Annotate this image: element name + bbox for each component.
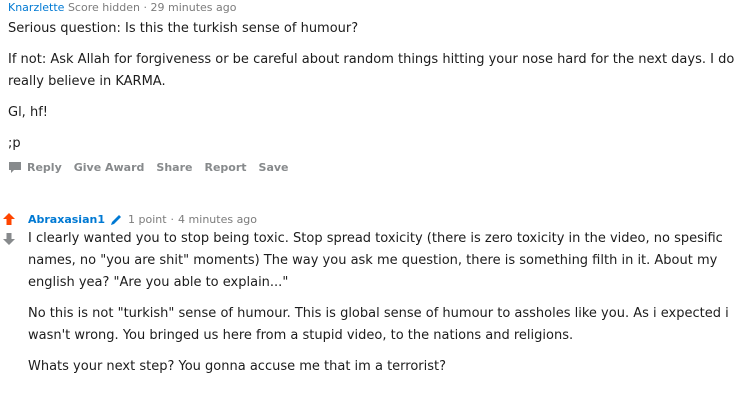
comment-paragraph: Gl, hf! <box>8 105 48 120</box>
comment-paragraph: Whats your next step? You gonna accuse m… <box>28 359 447 374</box>
upvote-arrow-icon[interactable] <box>2 212 16 226</box>
give-award-button[interactable]: Give Award <box>74 161 145 174</box>
comment-paragraph: No this is not "turkish" sense of humour… <box>28 306 729 343</box>
vote-controls <box>2 212 16 246</box>
report-button[interactable]: Report <box>204 161 246 174</box>
comment-points: 1 point <box>127 213 167 226</box>
comment-timestamp[interactable]: 29 minutes ago <box>151 1 237 14</box>
comment-body: Serious question: Is this the turkish se… <box>8 18 738 155</box>
comment-body: I clearly wanted you to stop being toxic… <box>28 228 733 378</box>
comment-knarzlette: Knarzlette Score hidden · 29 minutes ago… <box>8 0 738 177</box>
comment-paragraph: ;p <box>8 136 21 151</box>
comment-paragraph: If not: Ask Allah for forgiveness or be … <box>8 52 735 89</box>
reply-label: Reply <box>27 160 62 174</box>
comment-meta: Abraxasian1 1 point · 4 minutes ago <box>28 212 733 228</box>
comment-actions: Reply Give Award Share Report Save <box>8 157 738 177</box>
comment-timestamp[interactable]: 4 minutes ago <box>178 212 257 228</box>
meta-separator: · <box>143 1 148 14</box>
comment-paragraph: Serious question: Is this the turkish se… <box>8 21 359 36</box>
comment-author-link[interactable]: Abraxasian1 <box>28 212 105 228</box>
comment-score: Score hidden <box>67 1 140 14</box>
comment-meta: Knarzlette Score hidden · 29 minutes ago <box>8 0 738 16</box>
save-button[interactable]: Save <box>259 161 289 174</box>
pencil-icon <box>110 215 121 225</box>
share-button[interactable]: Share <box>156 161 192 174</box>
comment-author-link[interactable]: Knarzlette <box>8 1 64 14</box>
comment-bubble-icon <box>9 161 21 173</box>
comment-paragraph: I clearly wanted you to stop being toxic… <box>28 231 723 290</box>
meta-separator: · <box>170 213 175 226</box>
reply-content: Abraxasian1 1 point · 4 minutes ago I cl… <box>28 212 733 378</box>
reply-button[interactable]: Reply <box>8 161 62 174</box>
downvote-arrow-icon[interactable] <box>2 232 16 246</box>
